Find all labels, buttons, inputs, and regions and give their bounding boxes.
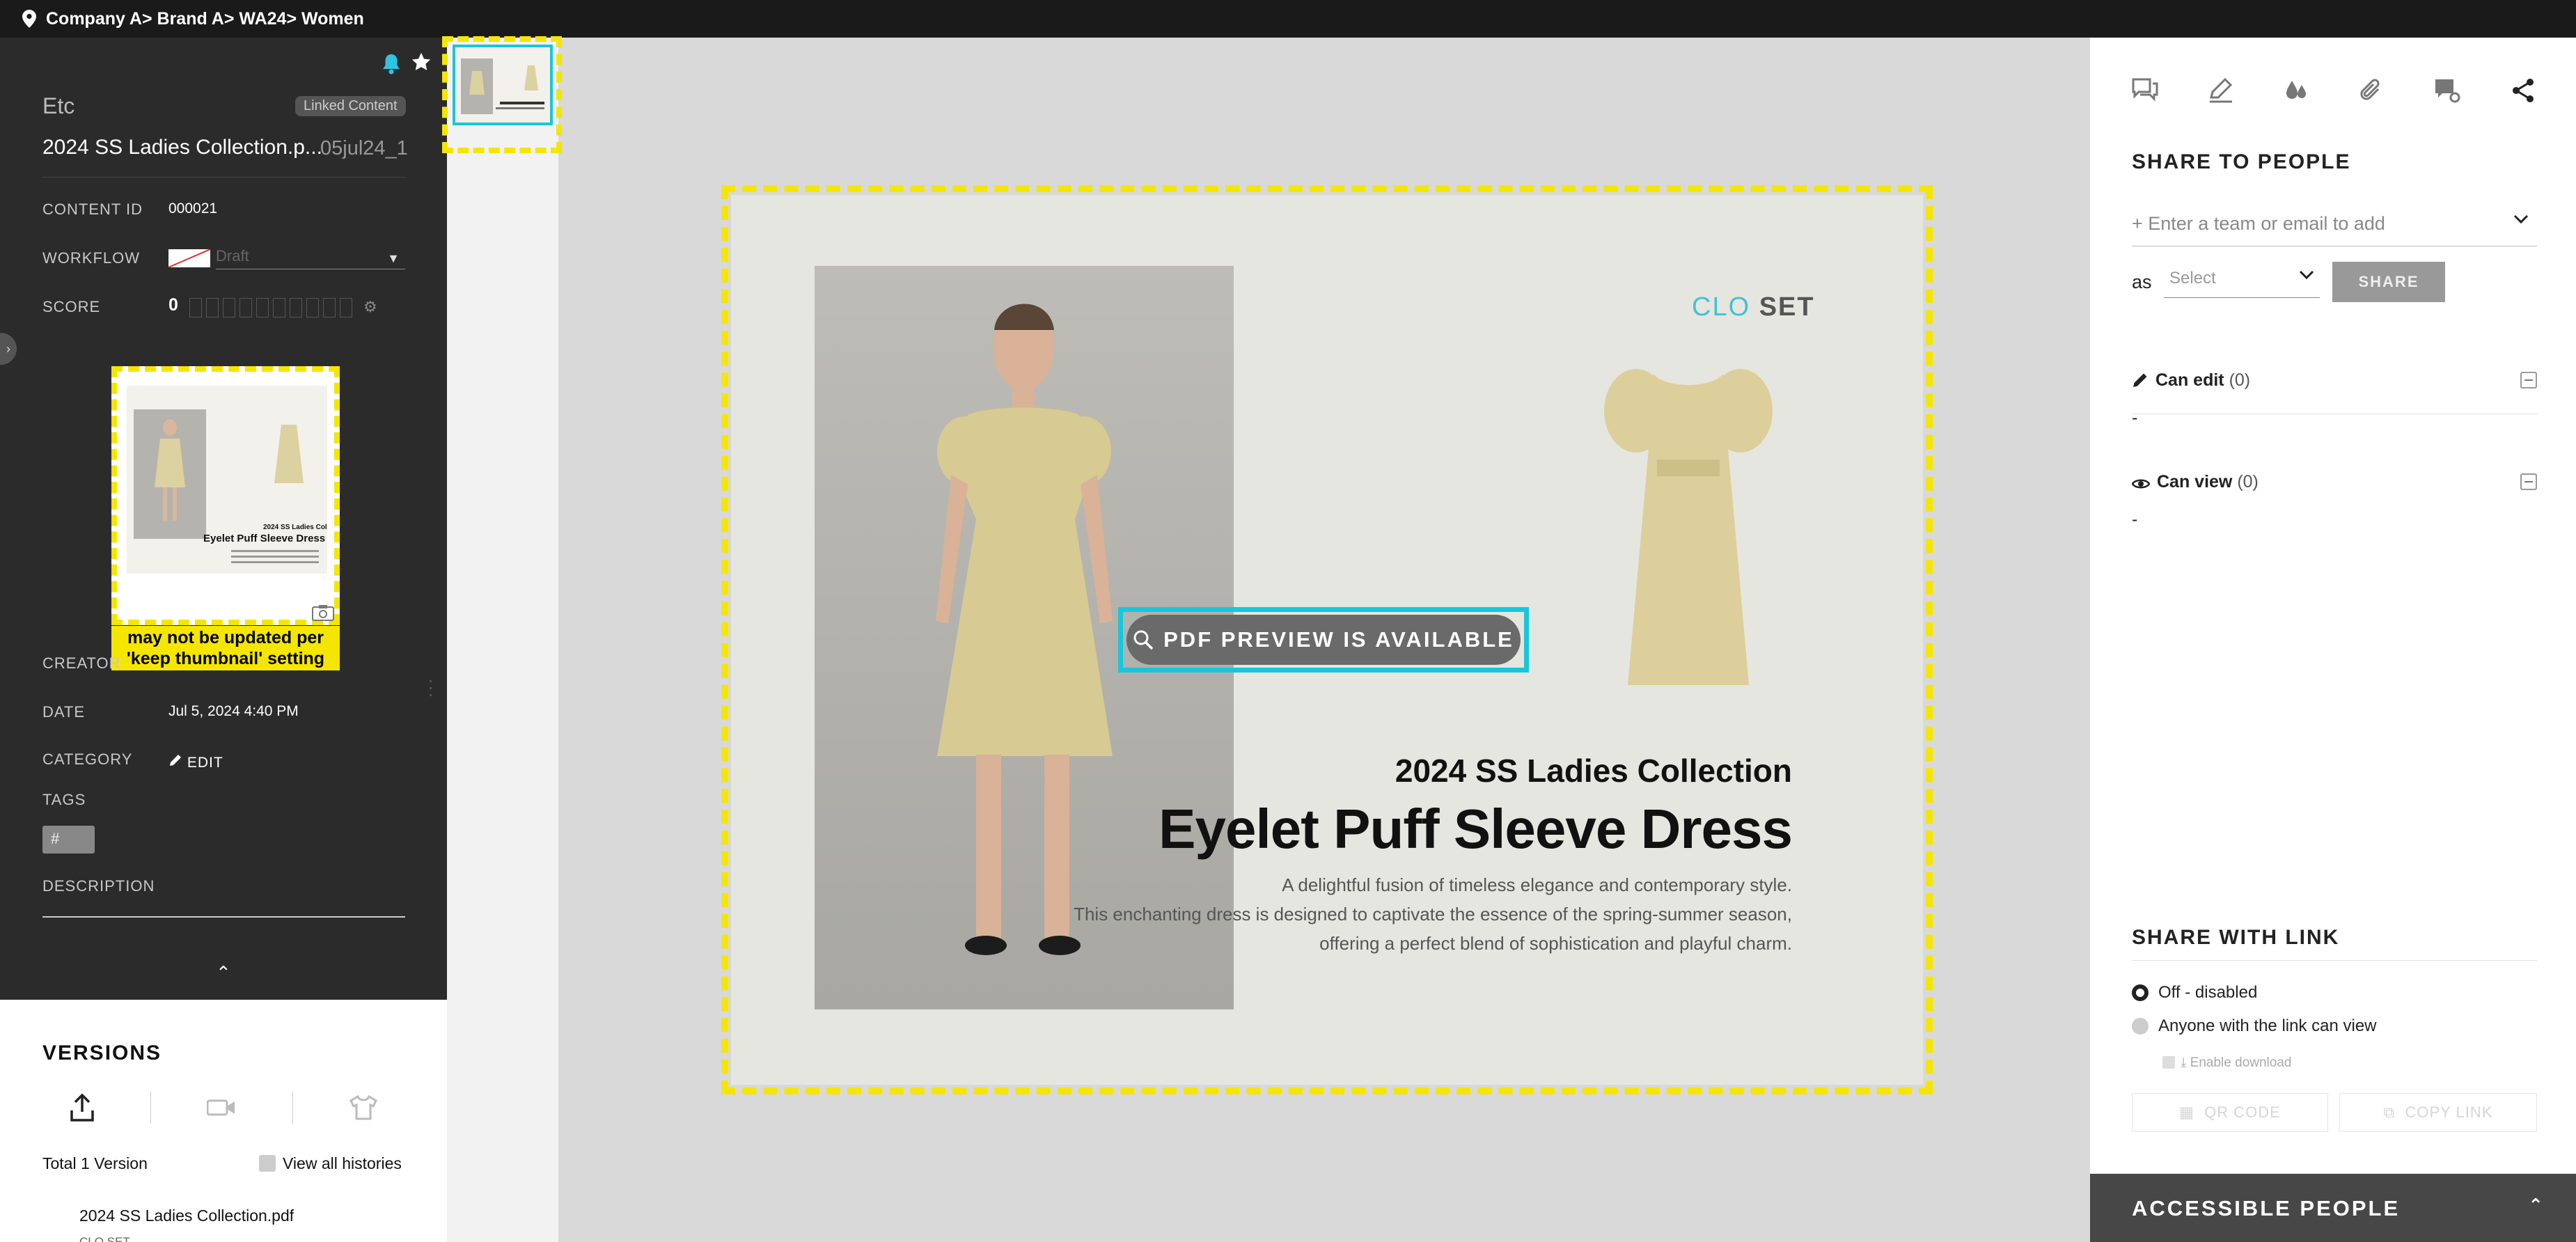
versions-panel: VERSIONS Total 1 Version View all histor… [0,1000,447,1242]
creator-label: CREATOR [42,654,121,672]
divider [150,1092,151,1124]
video-icon[interactable] [207,1098,236,1117]
panel-resize-handle[interactable]: · · · [427,670,434,704]
chevron-down-icon [2299,270,2314,280]
svg-text:Eyelet Puff Sleeve Dress: Eyelet Puff Sleeve Dress [203,533,325,544]
divider [292,1092,294,1124]
color-drops-icon[interactable] [2284,78,2309,103]
share-to-people-title: SHARE TO PEOPLE [2132,150,2351,173]
pencil-icon [170,755,181,766]
upload-icon[interactable] [70,1094,95,1122]
thumbnail-highlight[interactable]: 2024 SS Ladies Collection Eyelet Puff Sl… [111,366,350,625]
can-edit-empty: - [2132,408,2138,427]
chevron-down-icon: ▼ [387,251,400,265]
panel-toolbar [2132,78,2536,103]
content-thumbnail: 2024 SS Ladies Collection Eyelet Puff Sl… [127,386,350,574]
eye-icon [2131,479,2151,489]
workflow-value: Draft [216,247,249,265]
permission-select[interactable]: Select [2164,262,2320,298]
as-label: as [2132,272,2152,292]
tag-input[interactable]: # [42,826,95,854]
version-file-name[interactable]: 2024 SS Ladies Collection.pdf [79,1206,294,1225]
gear-icon[interactable]: ⚙ [363,298,377,316]
workflow-select[interactable]: Draft ▼ [216,247,405,269]
garment-icon[interactable] [349,1095,377,1120]
search-icon [1133,630,1154,650]
page-thumbnail-highlight [442,36,562,153]
divider [2132,960,2537,961]
share-icon[interactable] [2511,78,2536,103]
paperclip-icon[interactable] [2359,78,2384,103]
enable-download-checkbox[interactable]: ⤓ Enable download [2162,1055,2291,1071]
share-button[interactable]: SHARE [2332,262,2445,302]
date-value: Jul 5, 2024 4:40 PM [168,703,299,719]
share-recipient-input[interactable]: + Enter a team or email to add [2132,205,2537,246]
link-off-radio[interactable] [2132,984,2149,1001]
can-edit-header[interactable]: Can edit (0) [2132,370,2250,391]
workflow-flag-icon [168,249,210,267]
svg-text:2024 SS Ladies Collection: 2024 SS Ladies Collection [263,524,327,531]
pencil-icon[interactable] [2208,78,2233,103]
version-count: Total 1 Version [42,1154,148,1172]
share-with-link-title: SHARE WITH LINK [2132,926,2340,949]
collapse-can-view-button[interactable] [2520,473,2537,490]
content-id-label: CONTENT ID [42,201,143,218]
pencil-icon [2133,373,2147,387]
view-all-histories-checkbox[interactable]: View all histories [259,1154,402,1173]
thumbnail-note: may not be updated per 'keep thumbnail' … [111,626,340,670]
star-icon[interactable] [411,52,432,72]
description-field[interactable] [42,916,405,918]
link-anyone-radio[interactable] [2132,1018,2149,1035]
chevron-up-icon[interactable]: ⌃ [216,962,231,984]
top-bar: Company A> Brand A> WA24> Women [0,0,2576,38]
page-thumbnail-strip [447,38,558,1242]
version-tabs [42,1083,405,1132]
can-view-header[interactable]: Can view (0) [2131,472,2259,492]
content-id-value: 000021 [168,201,218,217]
score-label: SCORE [42,298,101,315]
accessible-people-bar[interactable]: ACCESSIBLE PEOPLE ⌃ [2090,1174,2576,1242]
breadcrumb[interactable]: Company A> Brand A> WA24> Women [46,9,364,29]
score-value: 0 [168,295,178,315]
edit-label: EDIT [187,755,223,771]
edit-category-button[interactable]: EDIT [168,753,223,771]
divider [42,177,405,178]
workflow-label: WORKFLOW [42,249,140,267]
file-version: 05jul24_1 [320,137,408,159]
expand-sidebar-button[interactable]: › [0,333,17,365]
qr-code-button[interactable]: ▦ QR CODE [2132,1093,2328,1132]
link-off-label: Off - disabled [2158,983,2258,1002]
link-anyone-label: Anyone with the link can view [2158,1016,2377,1035]
content-info-panel: Etc Linked Content 2024 SS Ladies Collec… [0,38,447,1000]
collapse-can-edit-button[interactable] [2520,372,2537,388]
chevron-up-icon: ⌃ [2528,1195,2545,1216]
pdf-preview-label: PDF PREVIEW IS AVAILABLE [1163,627,1514,652]
copy-link-button[interactable]: ⧉ COPY LINK [2339,1093,2537,1132]
file-name: 2024 SS Ladies Collection.p... [42,136,322,159]
share-panel: SHARE TO PEOPLE + Enter a team or email … [2090,38,2576,1242]
content-category: Etc [42,93,75,118]
date-label: DATE [42,703,86,721]
comment-settings-icon[interactable] [2434,78,2460,103]
location-pin-icon [22,10,36,28]
can-view-empty: - [2132,510,2138,529]
chevron-down-icon [2513,214,2529,224]
tags-label: TAGS [42,791,86,808]
description-label: DESCRIPTION [42,877,155,895]
pdf-preview-button[interactable]: PDF PREVIEW IS AVAILABLE [1126,615,1521,665]
linked-content-badge: Linked Content [295,96,406,116]
bell-icon[interactable] [382,53,401,75]
comment-icon[interactable] [2132,78,2158,102]
version-file-author: CLO SET [79,1235,130,1242]
camera-icon[interactable] [312,604,334,621]
versions-title: VERSIONS [42,1041,162,1064]
category-label: CATEGORY [42,750,133,768]
